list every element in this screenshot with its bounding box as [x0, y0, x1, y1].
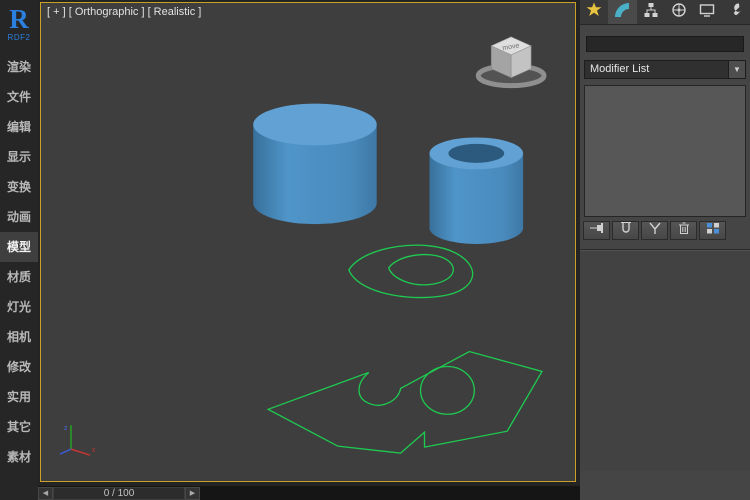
sidebar-item-model[interactable]: 模型: [0, 232, 38, 262]
previous-frame-button[interactable]: ◀: [38, 486, 53, 500]
utilities-icon: [728, 2, 744, 23]
left-sidebar: R RDF2 渲染 文件 编辑 显示 变换 动画 模型 材质 灯光 相机 修改 …: [0, 0, 38, 500]
motion-icon: [671, 2, 687, 23]
logo-subtitle: RDF2: [7, 33, 31, 42]
modifier-stack-list[interactable]: [584, 85, 746, 217]
sidebar-item-assets[interactable]: 素材: [0, 442, 38, 472]
viewport-label[interactable]: [ + ] [ Orthographic ] [ Realistic ]: [47, 6, 201, 18]
sidebar-item-camera[interactable]: 相机: [0, 322, 38, 352]
sidebar-item-edit[interactable]: 编辑: [0, 112, 38, 142]
viewport-scene[interactable]: z x move: [41, 3, 575, 481]
make-unique-icon: [647, 221, 663, 240]
make-unique-button[interactable]: [641, 221, 668, 240]
command-panel-tabs: [580, 0, 750, 25]
object-name-row: [580, 25, 750, 52]
configure-modifier-sets-icon: [705, 221, 721, 240]
modify-icon: [614, 2, 630, 23]
tab-hierarchy[interactable]: [637, 0, 665, 24]
viewport-area: [ + ] [ Orthographic ] [ Realistic ] z x…: [38, 0, 580, 486]
sidebar-item-render[interactable]: 渲染: [0, 52, 38, 82]
axis-x-label: x: [92, 447, 96, 454]
sidebar-item-modify[interactable]: 修改: [0, 352, 38, 382]
cylinder-object[interactable]: [253, 103, 377, 225]
pin-stack-button[interactable]: [583, 221, 610, 240]
sidebar-item-file[interactable]: 文件: [0, 82, 38, 112]
panel-rollout-area: [580, 251, 750, 471]
display-icon: [699, 2, 715, 23]
sidebar-item-other[interactable]: 其它: [0, 412, 38, 442]
object-name-input[interactable]: [586, 36, 744, 52]
sidebar-item-material[interactable]: 材质: [0, 262, 38, 292]
tab-display[interactable]: [693, 0, 721, 24]
axis-gizmo: z x: [59, 425, 96, 456]
axis-z-label: z: [64, 425, 68, 432]
sidebar-menu: 渲染 文件 编辑 显示 变换 动画 模型 材质 灯光 相机 修改 实用 其它 素…: [0, 52, 38, 472]
remove-modifier-button[interactable]: [670, 221, 697, 240]
tab-motion[interactable]: [665, 0, 693, 24]
hierarchy-icon: [643, 2, 659, 23]
sidebar-item-utility[interactable]: 实用: [0, 382, 38, 412]
show-end-result-button[interactable]: [612, 221, 639, 240]
viewcube[interactable]: move: [475, 36, 547, 89]
sidebar-item-light[interactable]: 灯光: [0, 292, 38, 322]
teardrop-spline[interactable]: [348, 244, 474, 299]
pin-stack-icon: [589, 221, 605, 240]
app-logo: R RDF2: [0, 5, 38, 42]
modifier-list-dropdown[interactable]: Modifier List ▼: [584, 60, 746, 79]
tube-object[interactable]: [429, 137, 524, 244]
plate-spline[interactable]: [266, 350, 544, 454]
app-window: { "logo": { "letter": "R", "subtitle": "…: [0, 0, 750, 500]
show-end-result-icon: [618, 221, 634, 240]
sidebar-item-animation[interactable]: 动画: [0, 202, 38, 232]
time-slider-track[interactable]: 0 / 100: [53, 486, 185, 500]
create-icon: [586, 2, 602, 23]
sidebar-item-display[interactable]: 显示: [0, 142, 38, 172]
tab-create[interactable]: [580, 0, 608, 24]
remove-modifier-icon: [676, 221, 692, 240]
configure-modifier-sets-button[interactable]: [699, 221, 726, 240]
modifier-list-label: Modifier List: [584, 60, 728, 79]
logo-letter: R: [9, 4, 29, 34]
command-panel: Modifier List ▼: [580, 0, 750, 500]
sidebar-item-transform[interactable]: 变换: [0, 172, 38, 202]
current-frame-label: 0 / 100: [103, 487, 135, 499]
chevron-down-icon[interactable]: ▼: [728, 60, 746, 79]
next-frame-button[interactable]: ▶: [185, 486, 200, 500]
modifier-stack-toolbar: [583, 221, 747, 240]
tab-utilities[interactable]: [722, 0, 750, 24]
viewport[interactable]: [ + ] [ Orthographic ] [ Realistic ] z x…: [40, 2, 576, 482]
tab-modify[interactable]: [608, 0, 637, 24]
time-slider-bar: ◀ 0 / 100 ▶: [38, 486, 580, 500]
